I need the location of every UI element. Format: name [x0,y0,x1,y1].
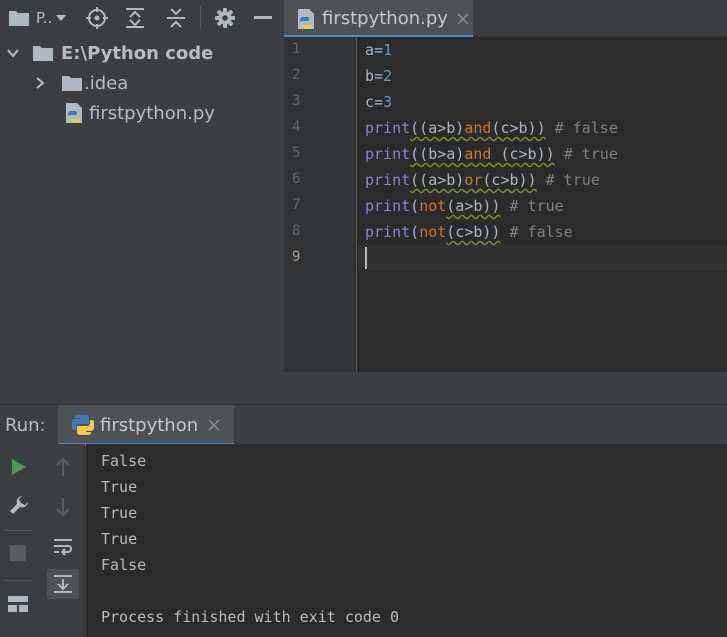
folder-icon [9,10,29,26]
code-line-1: a=1 [365,41,393,59]
line-number: 5 [292,145,301,161]
tab-label: firstpython.py [322,8,448,29]
line-number: 8 [292,223,301,239]
folder-icon [62,76,82,91]
tree-label-firstpython: firstpython.py [89,102,215,124]
hide-panel-button[interactable] [252,0,274,35]
editor-bottom-area [284,372,727,404]
project-panel: P.. E:\Python code .idea firstpython.py [0,0,284,404]
run-tab-label: firstpython [100,414,199,436]
tree-item-root[interactable]: E:\Python code [0,38,284,68]
python-icon [72,414,94,436]
console-output-line: True [101,504,138,522]
stop-icon [10,545,26,561]
tree-label-idea: .idea [84,72,129,94]
arrow-down-icon [56,498,70,517]
console-output-line: True [101,478,138,496]
project-view-selector[interactable]: P.. [8,0,80,35]
line-number-current: 9 [292,249,301,265]
tree-item-idea[interactable]: .idea [0,68,284,98]
next-occurrence-button[interactable] [52,496,74,518]
line-number: 7 [292,197,301,213]
soft-wrap-button[interactable] [52,536,74,558]
collapse-all-icon [167,7,185,28]
run-console[interactable]: False True True True False Process finis… [86,444,727,637]
code-line-7: print(not(a>b)) # true [365,197,564,215]
wrench-icon [10,496,28,514]
tree-item-firstpython[interactable]: firstpython.py [0,98,284,128]
layout-icon [8,596,28,612]
code-editor[interactable]: 1 2 3 4 5 6 7 8 9 a=1 b=2 c=3 print((a>b… [284,37,727,372]
expand-all-button[interactable] [124,0,146,35]
text-caret [365,247,367,269]
expand-all-icon [126,7,144,28]
chevron-down-icon [7,49,19,58]
code-line-3: c=3 [365,93,393,111]
layout-button[interactable] [7,594,29,614]
toolbar-separator [200,6,201,29]
settings-button[interactable] [214,0,236,35]
chevron-right-icon [36,77,45,89]
run-toolbar-primary [0,444,37,637]
line-number: 4 [292,119,301,135]
line-number: 1 [292,41,301,57]
python-file-icon [66,103,82,123]
rerun-button[interactable] [8,456,30,478]
run-label: Run: [5,414,46,436]
run-tool-window-header: Run: firstpython [0,404,727,446]
code-line-4: print((a>b)and(c>b)) # false [365,119,618,137]
run-toolbar-secondary [42,444,85,637]
stop-button[interactable] [9,544,27,562]
folder-icon [33,46,53,61]
toolbar-separator [5,580,32,581]
line-number: 2 [292,67,301,83]
console-output-line: False [101,452,147,470]
gear-icon [215,7,235,28]
line-number: 3 [292,93,301,109]
chevron-down-icon [56,14,67,21]
toolbar-separator [5,530,32,531]
current-line-highlight [358,245,727,271]
python-file-icon [298,8,314,29]
previous-occurrence-button[interactable] [52,456,74,478]
code-line-8: print(not(c>b)) # false [365,223,573,241]
console-output-line: False [101,556,147,574]
minimize-icon [254,15,272,19]
edit-configuration-button[interactable] [7,493,31,517]
collapse-all-button[interactable] [165,0,187,35]
console-exit-message: Process finished with exit code 0 [101,608,400,626]
arrow-up-icon [56,457,70,476]
tree-label-root: E:\Python code [61,42,214,64]
line-number: 6 [292,171,301,187]
code-line-2: b=2 [365,67,393,85]
editor-tab-bar: firstpython.py [284,0,727,38]
project-toolbar: P.. [0,0,284,35]
console-output-line: True [101,530,138,548]
scroll-to-end-button[interactable] [47,569,79,599]
play-icon [12,459,26,475]
scroll-to-end-icon [54,575,72,593]
locate-button[interactable] [86,0,108,35]
close-icon[interactable] [457,12,469,25]
crosshair-icon [86,6,108,29]
run-tab-firstpython[interactable]: firstpython [58,405,234,445]
code-line-6: print((a>b)or(c>b)) # true [365,171,600,189]
code-line-5: print((b>a)and (c>b)) # true [365,145,618,163]
close-icon[interactable] [208,419,220,431]
tab-firstpython[interactable]: firstpython.py [284,0,473,38]
soft-wrap-icon [54,539,72,556]
project-view-title: P.. [36,8,53,27]
line-gutter: 1 2 3 4 5 6 7 8 9 [284,37,357,372]
